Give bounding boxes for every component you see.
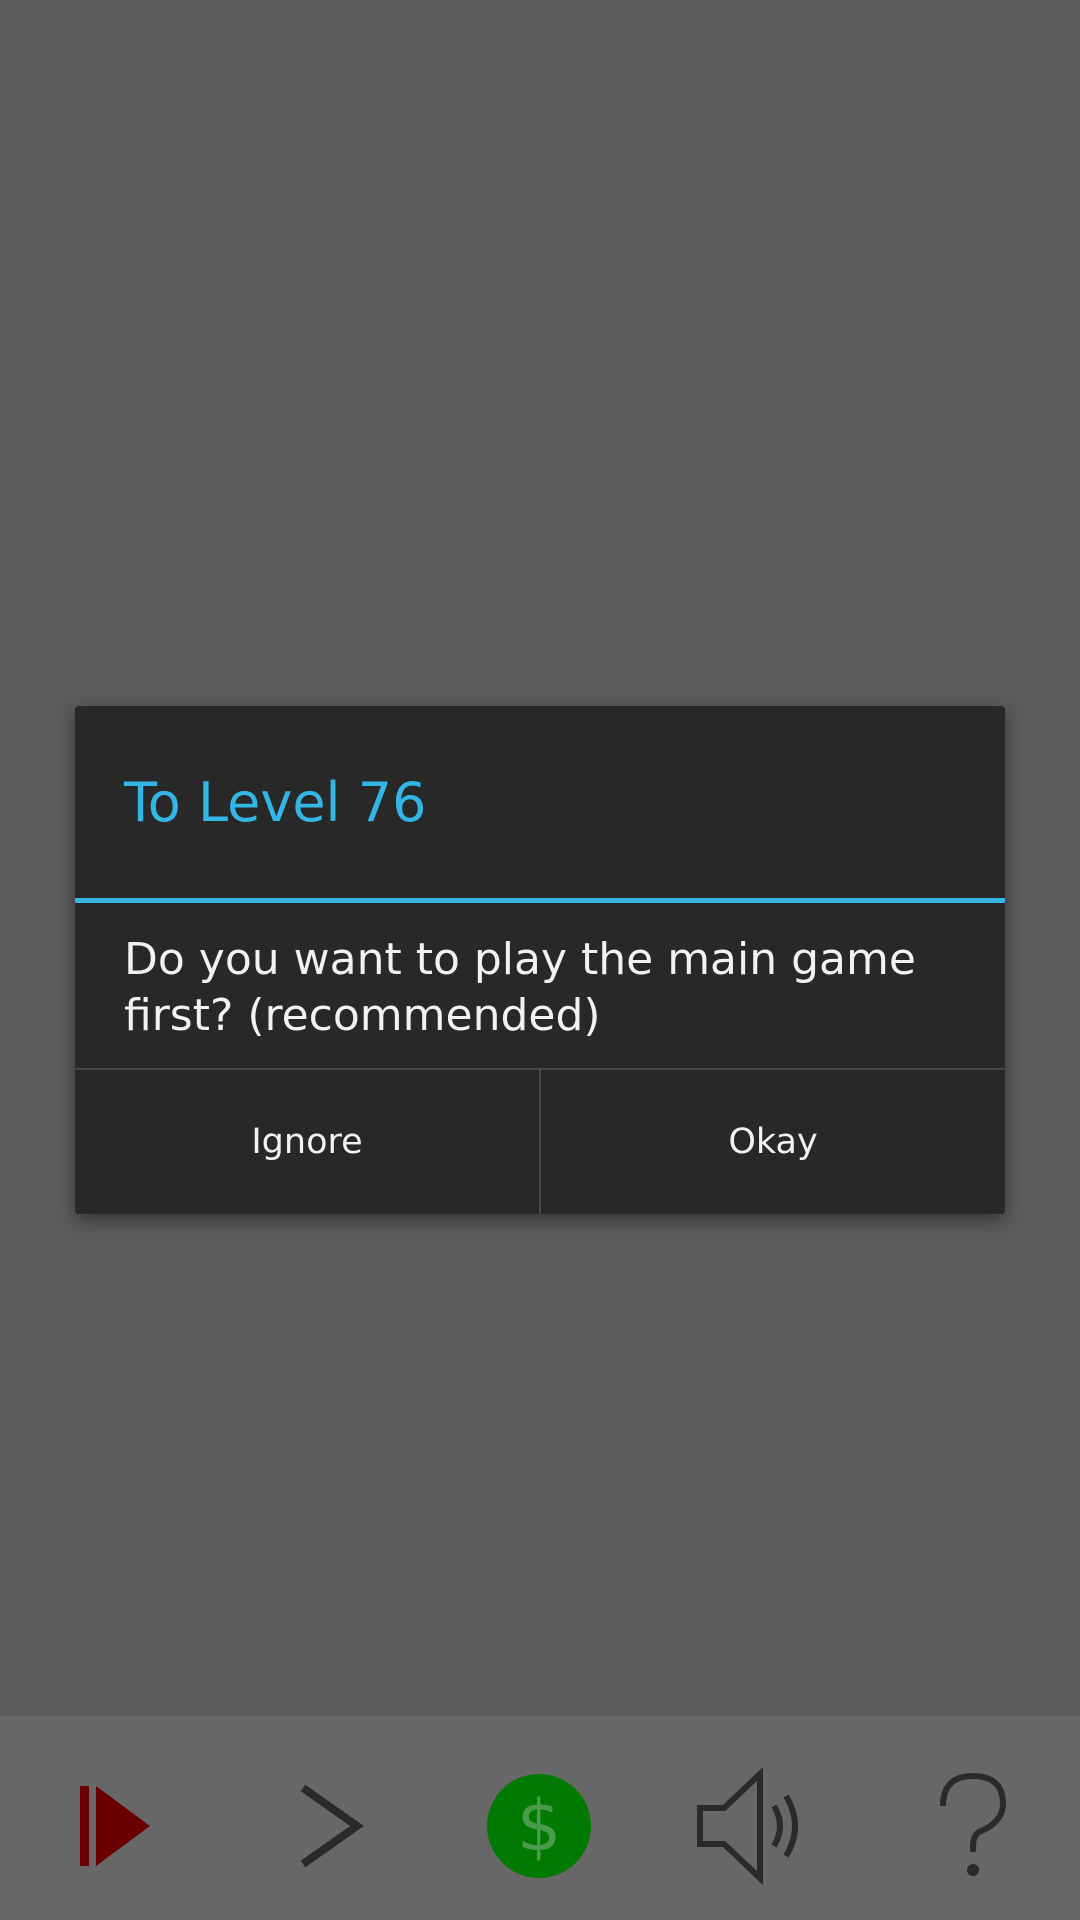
shop-button[interactable]: $ (479, 1766, 599, 1886)
help-icon (940, 1772, 1007, 1876)
skip-play-button[interactable] (53, 1766, 173, 1886)
ignore-button[interactable]: Ignore (75, 1070, 539, 1214)
dialog-title-divider (75, 898, 1005, 903)
okay-button[interactable]: Okay (539, 1070, 1005, 1214)
skip-play-icon (80, 1786, 150, 1866)
dialog-button-bar: Ignore Okay (75, 1068, 1005, 1214)
chevron-right-icon (300, 1784, 364, 1868)
next-button[interactable] (270, 1766, 390, 1886)
dollar-coin-icon: $ (487, 1774, 591, 1878)
help-button[interactable] (913, 1766, 1033, 1886)
svg-text:$: $ (517, 1785, 562, 1867)
game-screen: To Level 76 Do you want to play the main… (0, 0, 1080, 1920)
dialog-title: To Level 76 (124, 771, 427, 834)
sound-button[interactable] (694, 1766, 814, 1886)
level-dialog: To Level 76 Do you want to play the main… (75, 706, 1005, 1214)
bottom-toolbar: $ (0, 1716, 1080, 1920)
speaker-icon (697, 1767, 798, 1885)
dialog-message: Do you want to play the main game first?… (124, 934, 916, 1041)
